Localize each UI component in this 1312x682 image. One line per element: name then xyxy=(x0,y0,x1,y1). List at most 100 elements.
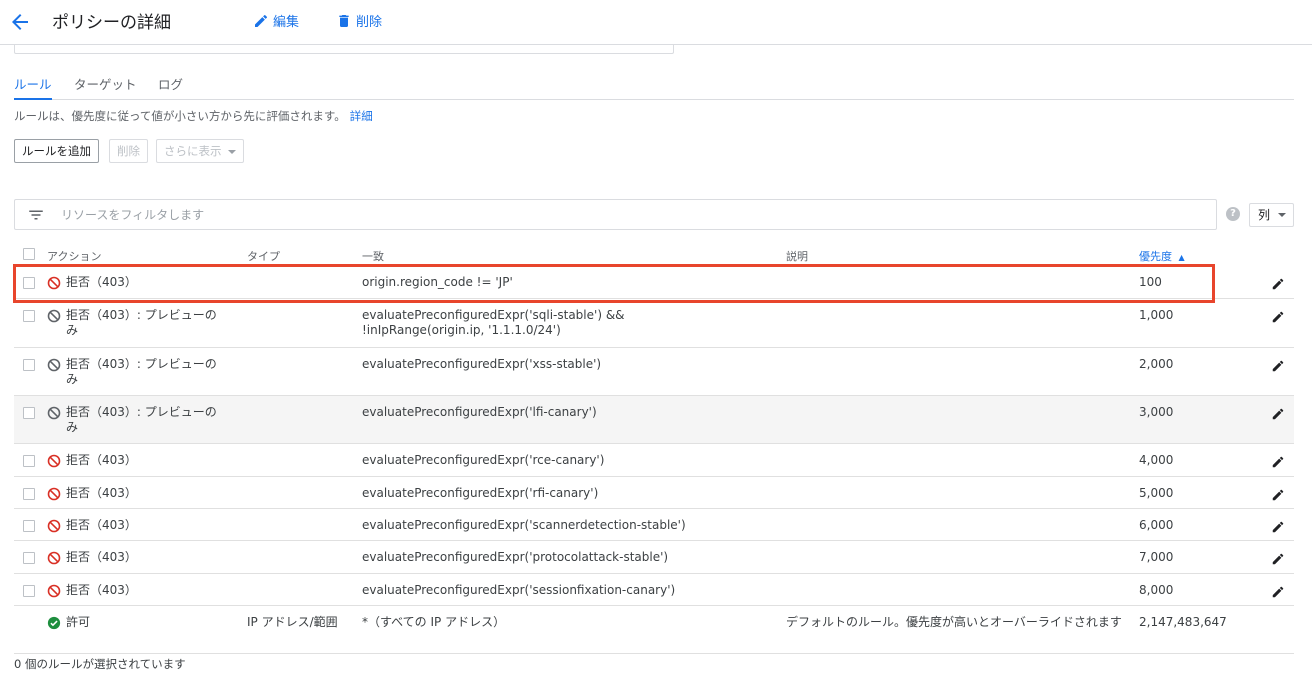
edit-pencil-icon[interactable] xyxy=(1271,310,1285,324)
table-row[interactable]: 拒否（403）: プレビューのみ evaluatePreconfiguredEx… xyxy=(14,299,1294,348)
edit-pencil-icon[interactable] xyxy=(1271,277,1285,291)
deny-preview-icon xyxy=(47,309,61,323)
priority-cell: 4,000 xyxy=(1139,453,1174,467)
action-label: 拒否（403） xyxy=(66,486,137,500)
priority-cell: 6,000 xyxy=(1139,518,1174,532)
match-cell: evaluatePreconfiguredExpr('scannerdetect… xyxy=(362,518,686,532)
delete-button[interactable]: 削除 xyxy=(336,11,382,30)
delete-rule-button[interactable]: 削除 xyxy=(109,139,148,163)
description-cell: デフォルトのルール。優先度が高いとオーバーライドされます xyxy=(786,615,1122,629)
table-row[interactable]: 拒否（403）: プレビューのみ evaluatePreconfiguredEx… xyxy=(14,396,1294,444)
table-row[interactable]: 拒否（403） evaluatePreconfiguredExpr('rce-c… xyxy=(14,444,1294,477)
row-checkbox[interactable] xyxy=(23,277,35,289)
trash-icon xyxy=(339,14,349,27)
delete-label: 削除 xyxy=(356,15,383,30)
row-checkbox[interactable] xyxy=(23,520,35,532)
action-cell: 拒否（403） xyxy=(47,583,222,598)
table-row[interactable]: 拒否（403） evaluatePreconfiguredExpr('rfi-c… xyxy=(14,477,1294,509)
action-cell: 拒否（403） xyxy=(47,518,222,533)
table-row[interactable]: 許可 IP アドレス/範囲 *（すべての IP アドレス） デフォルトのルール。… xyxy=(14,606,1294,654)
edit-label: 編集 xyxy=(273,15,300,30)
type-cell: IP アドレス/範囲 xyxy=(247,615,338,629)
table-row[interactable]: 拒否（403） evaluatePreconfiguredExpr('scann… xyxy=(14,509,1294,541)
row-checkbox[interactable] xyxy=(23,585,35,597)
action-cell: 拒否（403） xyxy=(47,453,222,468)
priority-cell: 3,000 xyxy=(1139,405,1174,419)
edit-pencil-icon[interactable] xyxy=(1271,407,1285,421)
row-checkbox[interactable] xyxy=(23,488,35,500)
tab-rules[interactable]: ルール xyxy=(14,74,52,100)
add-rule-button[interactable]: ルールを追加 xyxy=(14,139,99,163)
action-cell: 許可 xyxy=(47,615,222,630)
edit-button[interactable]: 編集 xyxy=(253,11,299,30)
header-action[interactable]: アクション xyxy=(47,248,101,264)
priority-cell: 2,000 xyxy=(1139,357,1174,371)
action-cell: 拒否（403） xyxy=(47,486,222,501)
row-checkbox[interactable] xyxy=(23,455,35,467)
tab-targets[interactable]: ターゲット xyxy=(74,74,137,100)
match-cell: evaluatePreconfiguredExpr('rce-canary') xyxy=(362,453,605,467)
action-cell: 拒否（403） xyxy=(47,550,222,565)
action-label: 拒否（403） xyxy=(66,275,137,289)
tab-logs[interactable]: ログ xyxy=(158,74,183,100)
edit-pencil-icon[interactable] xyxy=(1271,585,1285,599)
help-icon[interactable]: ? xyxy=(1226,207,1240,221)
priority-cell: 7,000 xyxy=(1139,550,1174,564)
row-checkbox[interactable] xyxy=(23,552,35,564)
action-label: 拒否（403） xyxy=(66,550,137,564)
match-cell: origin.region_code != 'JP' xyxy=(362,275,513,289)
more-label: さらに表示 xyxy=(164,144,222,158)
select-all-checkbox[interactable] xyxy=(23,248,35,260)
filter-bar xyxy=(14,199,1217,230)
action-label: 拒否（403）: プレビューのみ xyxy=(66,405,217,434)
page-header: ポリシーの詳細 編集 削除 xyxy=(0,0,1312,45)
rules-table-body: 拒否（403） origin.region_code != 'JP' 100 拒… xyxy=(14,266,1294,654)
action-label: 拒否（403） xyxy=(66,453,137,467)
header-priority[interactable]: 優先度 ▲ xyxy=(1139,248,1185,264)
action-label: 拒否（403） xyxy=(66,583,137,597)
table-row[interactable]: 拒否（403） evaluatePreconfiguredExpr('sessi… xyxy=(14,574,1294,606)
edit-pencil-icon[interactable] xyxy=(1271,455,1285,469)
pencil-icon xyxy=(255,14,268,27)
deny-preview-icon xyxy=(47,358,61,372)
action-label: 拒否（403） xyxy=(66,518,137,532)
tab-bar: ルール ターゲット ログ xyxy=(14,72,1294,100)
action-cell: 拒否（403） xyxy=(47,275,222,290)
more-button[interactable]: さらに表示 xyxy=(156,139,244,163)
back-arrow-icon[interactable] xyxy=(8,10,32,34)
header-type[interactable]: タイプ xyxy=(247,248,280,264)
row-checkbox[interactable] xyxy=(23,407,35,419)
match-cell: evaluatePreconfiguredExpr('sqli-stable')… xyxy=(362,308,625,337)
priority-cell: 100 xyxy=(1139,275,1162,289)
match-cell: evaluatePreconfiguredExpr('lfi-canary') xyxy=(362,405,597,419)
header-match[interactable]: 一致 xyxy=(362,248,384,264)
selection-status: 0 個のルールが選択されています xyxy=(14,657,186,671)
table-row[interactable]: 拒否（403） evaluatePreconfiguredExpr('proto… xyxy=(14,541,1294,574)
table-header: アクション タイプ 一致 説明 優先度 ▲ xyxy=(14,244,1294,266)
match-cell: evaluatePreconfiguredExpr('sessionfixati… xyxy=(362,583,676,597)
action-cell: 拒否（403）: プレビューのみ xyxy=(47,405,222,435)
details-link[interactable]: 詳細 xyxy=(350,109,373,123)
filter-input[interactable] xyxy=(59,206,1159,223)
policy-details-card xyxy=(14,44,674,54)
table-row[interactable]: 拒否（403） origin.region_code != 'JP' 100 xyxy=(14,266,1294,299)
edit-pencil-icon[interactable] xyxy=(1271,488,1285,502)
table-row[interactable]: 拒否（403）: プレビューのみ evaluatePreconfiguredEx… xyxy=(14,348,1294,396)
sort-ascending-icon: ▲ xyxy=(1178,253,1185,262)
edit-pencil-icon[interactable] xyxy=(1271,359,1285,373)
allow-check-icon xyxy=(47,616,61,630)
page-title: ポリシーの詳細 xyxy=(52,13,171,33)
deny-icon xyxy=(47,519,61,533)
caret-down-icon xyxy=(1278,213,1286,217)
row-checkbox[interactable] xyxy=(23,310,35,322)
action-label: 許可 xyxy=(66,615,91,629)
match-cell: *（すべての IP アドレス） xyxy=(362,615,506,629)
columns-button[interactable]: 列 xyxy=(1249,203,1294,227)
header-description[interactable]: 説明 xyxy=(786,248,808,264)
edit-pencil-icon[interactable] xyxy=(1271,520,1285,534)
edit-pencil-icon[interactable] xyxy=(1271,552,1285,566)
match-cell: evaluatePreconfiguredExpr('protocolattac… xyxy=(362,550,669,564)
deny-icon xyxy=(47,454,61,468)
header-priority-label: 優先度 xyxy=(1139,250,1172,263)
row-checkbox[interactable] xyxy=(23,359,35,371)
